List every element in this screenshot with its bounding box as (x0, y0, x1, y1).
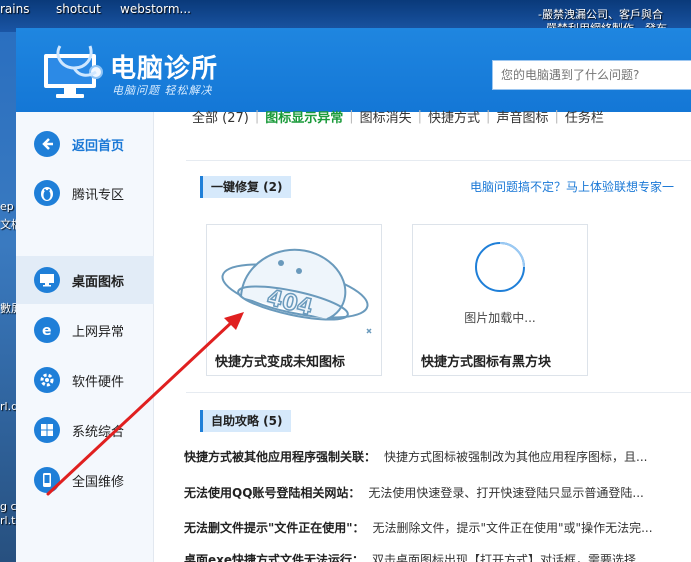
guide-title: 桌面exe快捷方式文件无法运行： (184, 553, 365, 562)
back-arrow-icon (34, 131, 60, 157)
sidebar-item-label: 桌面图标 (72, 274, 125, 290)
fix-card-unknown-icon[interactable]: 404 快捷方式变成未知图标 (206, 224, 382, 376)
desktop-item[interactable]: rains (0, 2, 29, 16)
browser-icon: e (34, 317, 60, 343)
tabs-divider (186, 160, 691, 161)
desktop-item[interactable]: g c (0, 500, 17, 513)
desktop-left-strip: ep 文檔 數屏 rl.d g c rl.tx (0, 32, 22, 562)
fix-card-black-square[interactable]: 图片加载中... 快捷方式图标有黑方块 (412, 224, 588, 376)
sidebar-item-label: 系统综合 (72, 424, 125, 440)
sidebar-item-label: 上网异常 (72, 324, 125, 340)
svg-text:e: e (42, 323, 52, 338)
desktop-item[interactable]: ep (0, 200, 14, 213)
guide-item[interactable]: 桌面exe快捷方式文件无法运行： 双击桌面图标出现【打开方式】对话框，需要选择..… (184, 551, 647, 562)
desktop-item[interactable]: webstorm... (120, 2, 191, 16)
tab-shortcut[interactable]: 快捷方式 (422, 107, 486, 126)
sidebar-item-label: 返回首页 (72, 138, 125, 154)
loading-text: 图片加载中... (464, 311, 536, 325)
phone-icon (34, 467, 60, 493)
sidebar-item-home[interactable]: 返回首页 (16, 120, 154, 168)
app-title: 电脑诊所 (110, 54, 219, 84)
gear-icon (34, 367, 60, 393)
one-click-fix-heading: 一键修复 (2) (200, 176, 291, 198)
tab-icon-display-error[interactable]: 图标显示异常 (259, 107, 349, 126)
tab-all[interactable]: 全部 (27) (186, 107, 255, 126)
monitor-icon (34, 267, 60, 293)
guide-item[interactable]: 无法使用QQ账号登陆相关网站： 无法使用快速登录、打开快速登陆只显示普通登陆... (184, 484, 644, 501)
tab-sound-icon[interactable]: 声音图标 (490, 107, 554, 126)
desktop-item[interactable]: shotcut (56, 2, 101, 16)
tab-icon-missing[interactable]: 图标消失 (354, 107, 418, 126)
sidebar-item-repair[interactable]: 全国维修 (16, 456, 154, 504)
guide-desc: 快捷方式图标被强制改为其他应用程序图标，且... (384, 450, 648, 464)
expert-promo-link[interactable]: 电脑问题搞不定？马上体验联想专家一 (470, 178, 674, 195)
windows-icon (34, 417, 60, 443)
sidebar: 返回首页 腾讯专区 桌面图标 e 上网异常 软件硬件 系统综合 全国维修 (16, 112, 154, 562)
sidebar-item-network[interactable]: e 上网异常 (16, 306, 154, 354)
app-slogan: 电脑问题 轻松解决 (112, 84, 213, 97)
monitor-stethoscope-icon (40, 42, 110, 100)
error-404-image: 404 (207, 225, 381, 345)
guide-title: 快捷方式被其他应用程序强制关联： (184, 450, 377, 464)
guide-title: 无法删文件提示"文件正在使用"： (184, 521, 365, 535)
section-divider (186, 392, 691, 393)
self-help-heading: 自助攻略 (5) (200, 410, 291, 432)
guide-item[interactable]: 无法删文件提示"文件正在使用"： 无法删除文件，提示"文件正在使用"或"操作无法完… (184, 519, 653, 536)
guide-desc: 无法使用快速登录、打开快速登陆只显示普通登陆... (368, 486, 644, 500)
guide-title: 无法使用QQ账号登陆相关网站： (184, 486, 361, 500)
penguin-icon (34, 180, 60, 206)
guide-desc: 无法删除文件，提示"文件正在使用"或"操作无法完... (372, 521, 653, 535)
guide-desc: 双击桌面图标出现【打开方式】对话框，需要选择... (372, 553, 648, 562)
sidebar-item-tencent[interactable]: 腾讯专区 (16, 169, 154, 217)
search-input[interactable] (492, 60, 691, 90)
sidebar-item-system[interactable]: 系统综合 (16, 406, 154, 454)
sidebar-item-software-hardware[interactable]: 软件硬件 (16, 356, 154, 404)
sidebar-item-label: 软件硬件 (72, 374, 125, 390)
sidebar-item-label: 全国维修 (72, 474, 125, 490)
card-caption: 快捷方式变成未知图标 (215, 355, 346, 370)
guide-item[interactable]: 快捷方式被其他应用程序强制关联： 快捷方式图标被强制改为其他应用程序图标，且... (184, 448, 647, 465)
image-placeholder (413, 225, 587, 345)
sidebar-item-desktop-icons[interactable]: 桌面图标 (16, 256, 154, 304)
app-header: 电脑诊所 电脑问题 轻松解决 (16, 28, 691, 112)
sidebar-item-label: 腾讯专区 (72, 187, 125, 203)
tab-taskbar[interactable]: 任务栏 (559, 107, 610, 126)
card-caption: 快捷方式图标有黑方块 (421, 355, 552, 370)
category-tabs: 全部 (27) | 图标显示异常 | 图标消失 | 快捷方式 | 声音图标 | … (186, 106, 610, 126)
